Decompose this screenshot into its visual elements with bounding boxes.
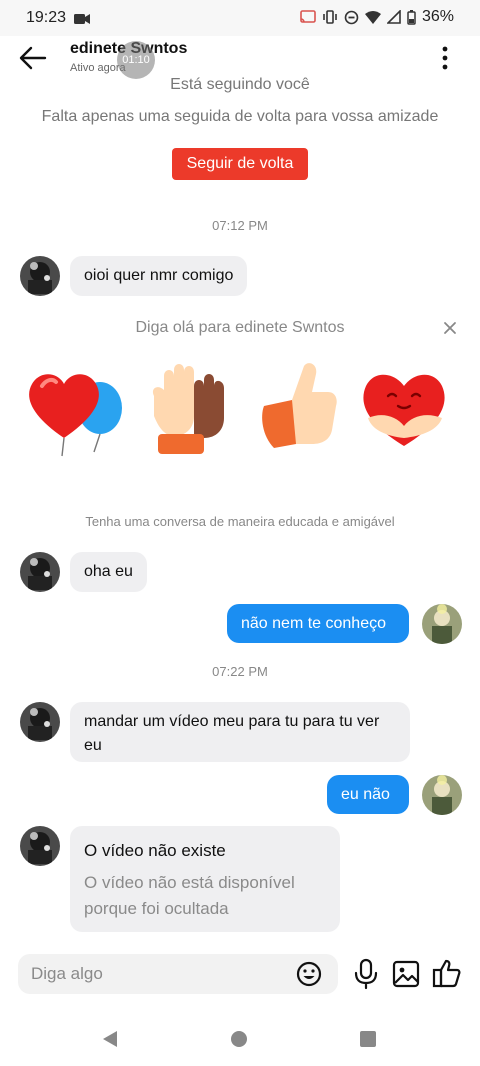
incoming-message[interactable]: mandar um vídeo meu para tu para tu ver … [70, 702, 410, 762]
message-input[interactable]: Diga algo [18, 954, 338, 994]
sticker-suggestions [20, 356, 460, 466]
recording-timer: 01:10 [117, 41, 155, 79]
vibrate-icon [322, 10, 338, 24]
high-five-sticker[interactable] [138, 356, 242, 460]
thumbs-up-sticker[interactable] [252, 356, 356, 460]
incoming-message[interactable]: oioi quer nmr comigo [70, 256, 248, 296]
message-input-placeholder: Diga algo [31, 964, 103, 983]
contact-avatar[interactable] [20, 826, 60, 866]
thumbs-up-icon[interactable] [432, 958, 462, 988]
friendship-hint-text: Falta apenas uma seguida de volta para v… [41, 108, 439, 125]
following-you-text: Está seguindo você [170, 76, 310, 93]
system-nav-bar [0, 1012, 480, 1066]
emoji-icon[interactable] [294, 959, 324, 989]
contact-avatar[interactable] [20, 256, 60, 296]
battery-level: 36% [421, 8, 454, 25]
unavailable-video-reason: O vídeo não está disponível [84, 873, 295, 892]
incoming-message[interactable]: oha eu [70, 552, 147, 592]
my-avatar[interactable] [422, 775, 462, 815]
nav-recents-icon[interactable] [360, 1031, 376, 1047]
status-bar: 19:23 36% [0, 0, 480, 36]
battery-icon [407, 9, 416, 25]
say-hello-text: Diga olá para edinete Swntos [135, 319, 345, 336]
back-arrow-icon[interactable] [18, 44, 48, 72]
unavailable-video-title: O vídeo não existe [84, 841, 226, 860]
nav-home-icon[interactable] [231, 1031, 247, 1047]
screen-record-icon [74, 12, 90, 30]
cast-icon [300, 10, 316, 24]
my-avatar[interactable] [422, 604, 462, 644]
more-options-icon[interactable] [436, 44, 454, 72]
contact-avatar[interactable] [20, 702, 60, 742]
polite-conversation-notice: Tenha uma conversa de maneira educada e … [85, 514, 395, 529]
contact-avatar[interactable] [20, 552, 60, 592]
nav-back-icon[interactable] [102, 1030, 118, 1053]
outgoing-message[interactable]: não nem te conheço [227, 604, 409, 643]
chat-area[interactable]: Está seguindo você Falta apenas uma segu… [0, 76, 480, 944]
hugging-heart-sticker[interactable] [352, 356, 456, 460]
message-line: mandar um vídeo meu para tu para tu ver [84, 713, 380, 730]
unavailable-video-card[interactable]: O vídeo não existe O vídeo não está disp… [70, 826, 340, 932]
chat-header: edinete Swntos Ativo agora 01:10 [0, 36, 480, 81]
timestamp: 07:12 PM [212, 218, 268, 233]
timestamp: 07:22 PM [212, 664, 268, 679]
close-icon[interactable] [440, 318, 460, 338]
unavailable-video-reason: porque foi ocultada [84, 899, 229, 918]
message-line: eu [84, 737, 102, 754]
outgoing-message[interactable]: eu não [327, 775, 409, 814]
status-time: 19:23 [26, 9, 67, 26]
microphone-icon[interactable] [352, 958, 380, 990]
gallery-icon[interactable] [392, 960, 420, 988]
signal-icon [386, 10, 401, 24]
dnd-icon [344, 10, 359, 25]
heart-balloons-sticker[interactable] [22, 356, 126, 460]
follow-back-button[interactable]: Seguir de volta [172, 148, 308, 180]
wifi-icon [364, 10, 381, 24]
